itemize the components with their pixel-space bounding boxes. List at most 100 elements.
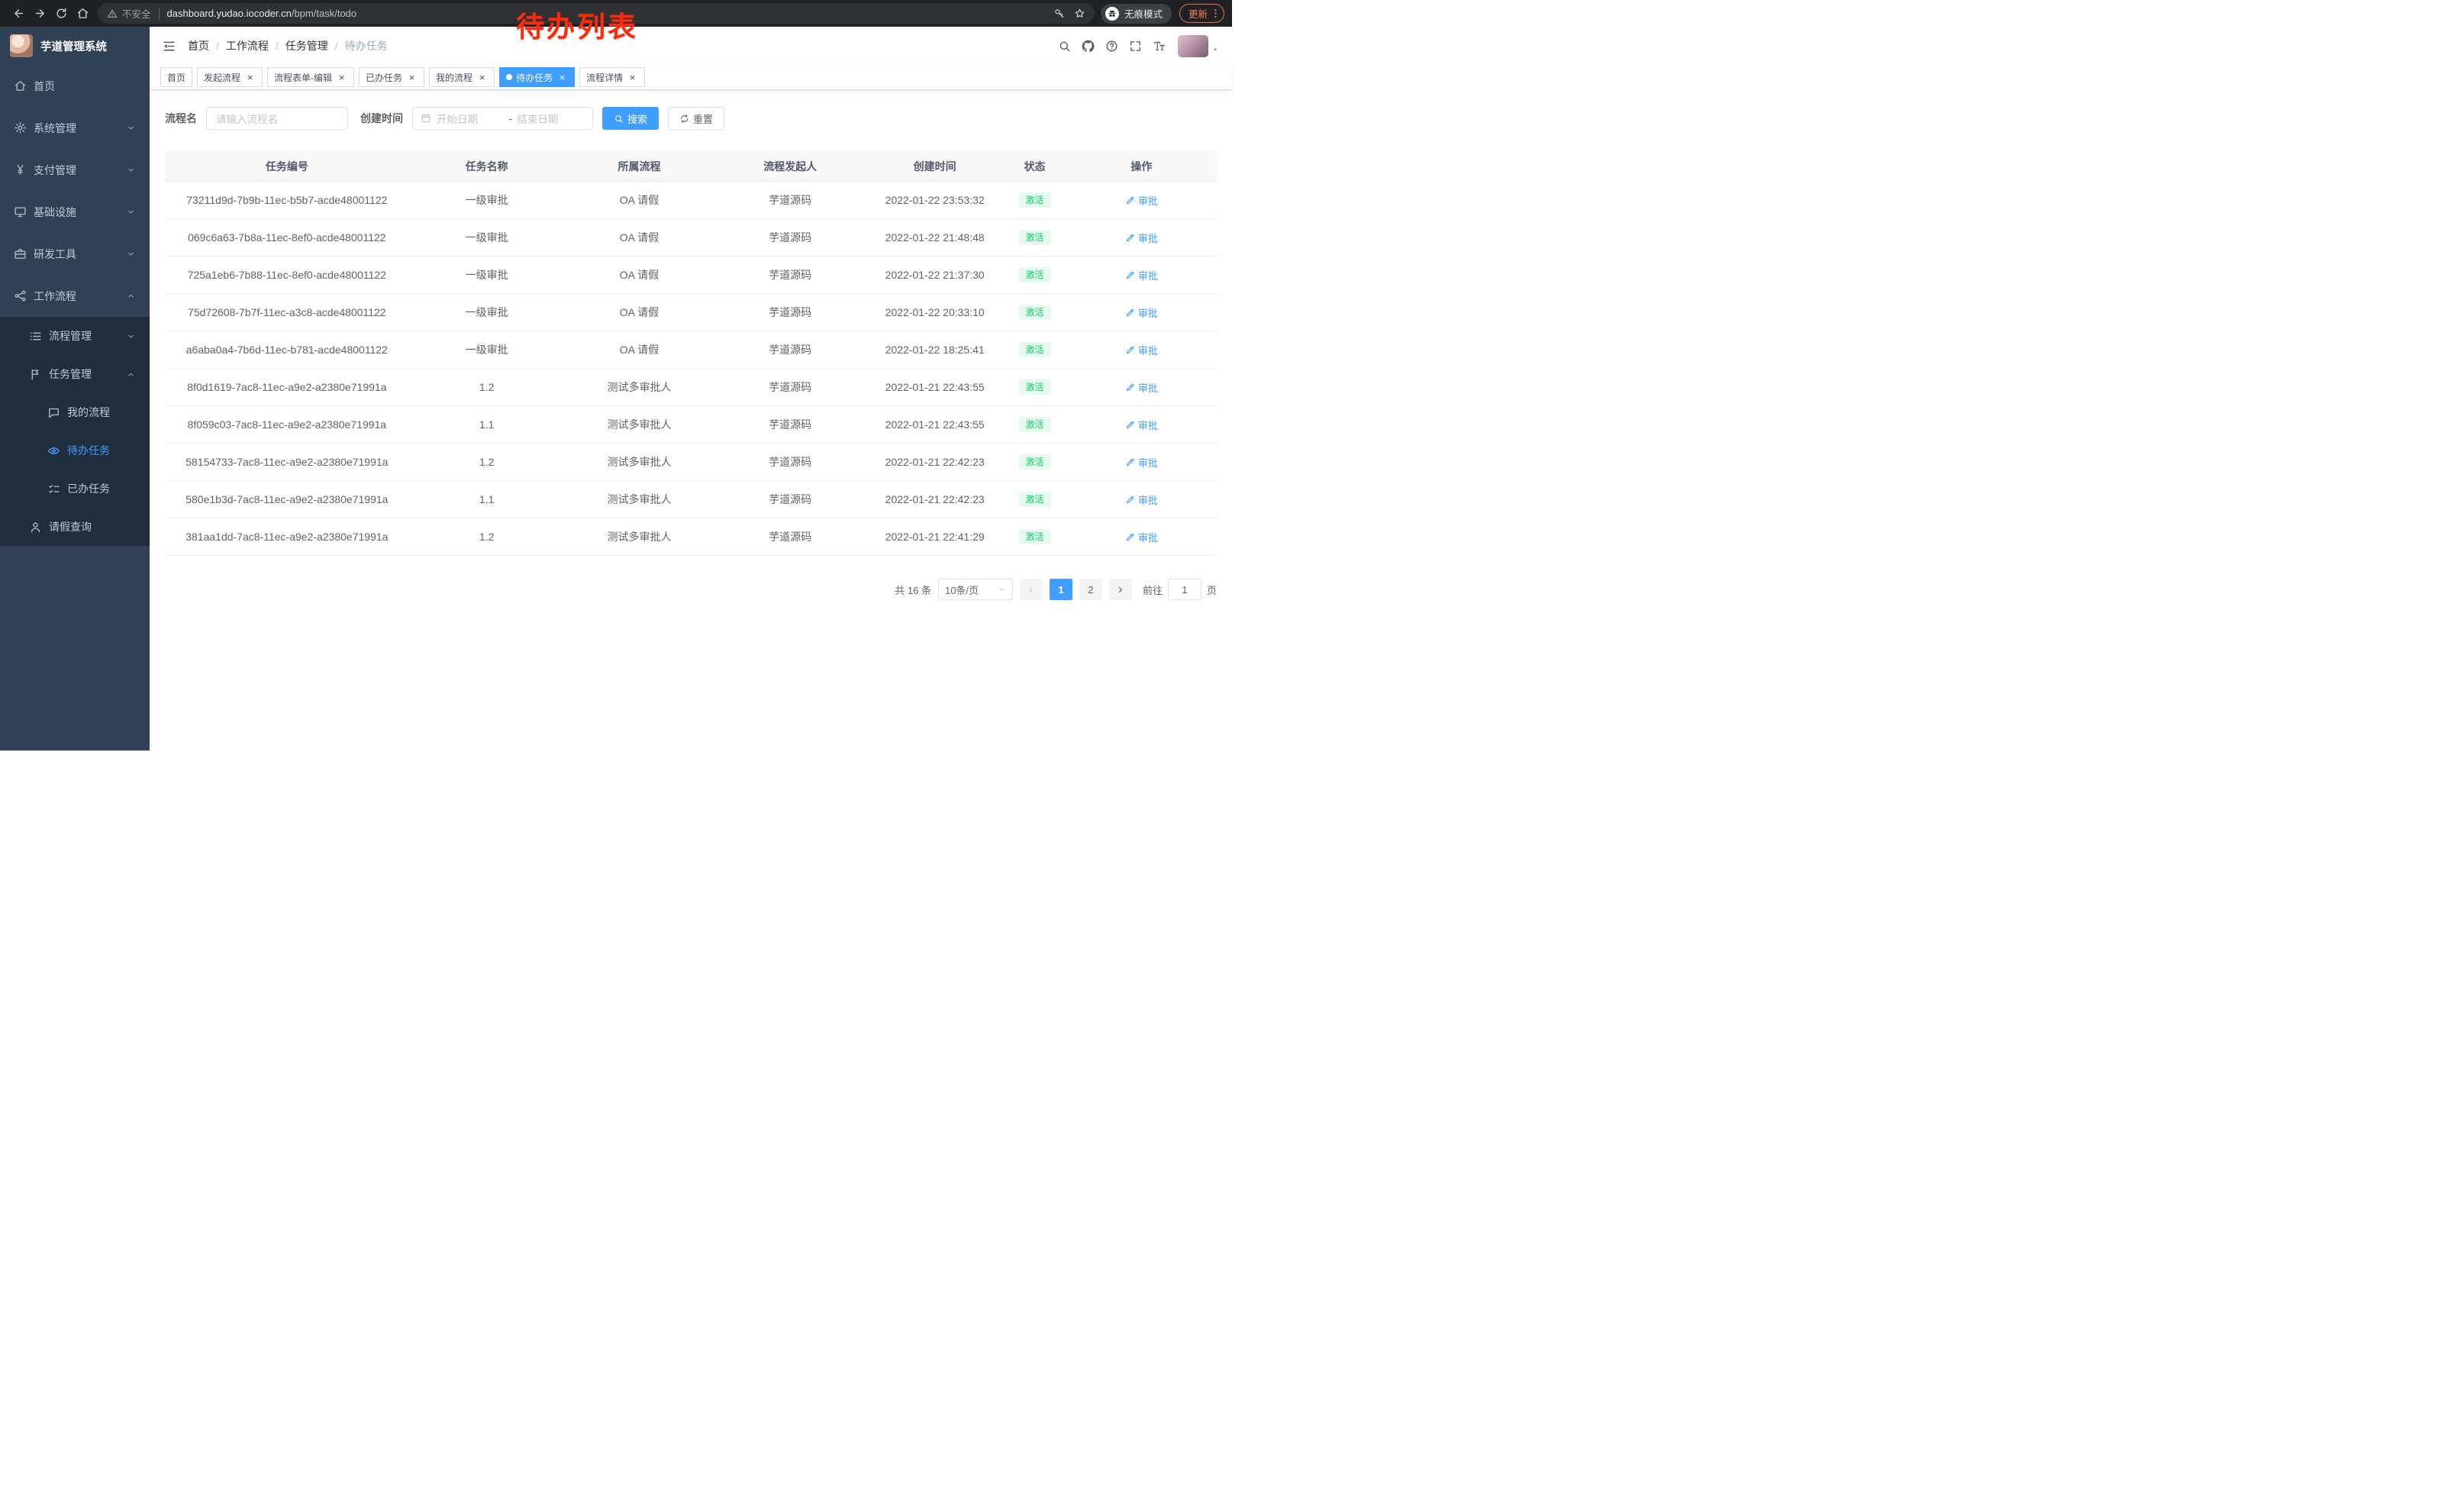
tab-close-icon[interactable]: ×: [627, 72, 638, 83]
user-avatar[interactable]: [1178, 35, 1208, 57]
sidebar-item-my-process[interactable]: 我的流程: [0, 393, 150, 431]
tab-home[interactable]: 首页: [160, 67, 192, 87]
process-name-placeholder: 请输入流程名: [216, 111, 278, 126]
approve-link[interactable]: 审批: [1125, 418, 1158, 432]
sidebar-item-infra[interactable]: 基础设施: [0, 191, 150, 233]
breadcrumb-item-workflow[interactable]: 工作流程: [226, 38, 269, 53]
browser-home-button[interactable]: [72, 3, 93, 24]
cell-status: 激活: [1003, 454, 1066, 470]
goto-page-input[interactable]: 1: [1168, 579, 1201, 600]
cell-process: 测试多审批人: [565, 417, 714, 432]
pen-icon: [1125, 457, 1135, 467]
approve-link[interactable]: 审批: [1125, 231, 1158, 245]
sidebar-item-label: 工作流程: [34, 289, 76, 304]
search-icon[interactable]: [1053, 34, 1076, 58]
approve-link[interactable]: 审批: [1125, 343, 1158, 357]
browser-menu-kebab-icon[interactable]: [1210, 8, 1221, 19]
sidebar-item-home[interactable]: 首页: [0, 65, 150, 107]
cell-created-time: 2022-01-22 18:25:41: [866, 344, 1003, 356]
home-icon: [14, 79, 27, 92]
breadcrumb-item-home[interactable]: 首页: [188, 38, 209, 53]
user-menu-caret-icon[interactable]: [1211, 45, 1220, 54]
fullscreen-icon[interactable]: [1124, 34, 1147, 58]
pen-icon: [1125, 233, 1135, 243]
approve-link[interactable]: 审批: [1125, 305, 1158, 320]
approve-link[interactable]: 审批: [1125, 268, 1158, 282]
browser-forward-button[interactable]: [29, 3, 50, 24]
sidebar: 芋道管理系统 首页系统管理支付管理基础设施研发工具工作流程流程管理任务管理我的流…: [0, 27, 150, 750]
prev-page-button[interactable]: [1020, 579, 1043, 600]
refresh-icon: [679, 114, 689, 124]
tab-close-icon[interactable]: ×: [336, 72, 347, 83]
help-icon[interactable]: [1100, 34, 1124, 58]
sidebar-item-done-task[interactable]: 已办任务: [0, 470, 150, 508]
reset-button[interactable]: 重置: [668, 107, 724, 130]
pen-icon: [1125, 308, 1135, 318]
approve-link[interactable]: 审批: [1125, 193, 1158, 208]
cell-task-id: 381aa1dd-7ac8-11ec-a9e2-a2380e71991a: [165, 531, 409, 543]
sidebar-item-process-mgmt[interactable]: 流程管理: [0, 317, 150, 355]
tab-start-process[interactable]: 发起流程×: [197, 67, 263, 87]
page-2-button[interactable]: 2: [1079, 579, 1102, 600]
tab-close-icon[interactable]: ×: [556, 72, 568, 83]
tab-done-task[interactable]: 已办任务×: [359, 67, 424, 87]
github-icon[interactable]: [1076, 34, 1100, 58]
sidebar-item-devtools[interactable]: 研发工具: [0, 233, 150, 275]
table-row: 8f0d1619-7ac8-11ec-a9e2-a2380e71991a1.2测…: [165, 369, 1217, 406]
tab-close-icon[interactable]: ×: [406, 72, 418, 83]
sidebar-item-leave-query[interactable]: 请假查询: [0, 508, 150, 546]
chevron-left-icon: [1026, 585, 1036, 595]
sidebar-item-payment[interactable]: 支付管理: [0, 149, 150, 191]
devtools-icon: [14, 247, 27, 260]
tab-process-detail[interactable]: 流程详情×: [579, 67, 645, 87]
incognito-badge: 无痕模式: [1101, 4, 1172, 24]
bookmark-star-icon[interactable]: [1074, 8, 1085, 19]
cell-process: OA 请假: [565, 192, 714, 208]
tab-close-icon[interactable]: ×: [244, 72, 256, 83]
app-logo[interactable]: 芋道管理系统: [0, 27, 150, 65]
password-key-icon[interactable]: [1053, 8, 1065, 19]
approve-link[interactable]: 审批: [1125, 380, 1158, 395]
sidebar-item-todo-task[interactable]: 待办任务: [0, 431, 150, 470]
font-size-icon[interactable]: [1147, 34, 1171, 58]
process-name-input[interactable]: 请输入流程名: [206, 107, 348, 130]
tab-close-icon[interactable]: ×: [476, 72, 488, 83]
column-header: 创建时间: [866, 159, 1003, 174]
approve-link[interactable]: 审批: [1125, 455, 1158, 470]
url-text: dashboard.yudao.iocoder.cn/bpm/task/todo: [167, 8, 1044, 19]
cell-status: 激活: [1003, 192, 1066, 208]
approve-link[interactable]: 审批: [1125, 530, 1158, 544]
update-button[interactable]: 更新: [1179, 4, 1224, 23]
date-range-picker[interactable]: 开始日期 - 结束日期: [412, 107, 593, 130]
cell-action: 审批: [1066, 193, 1217, 208]
sidebar-item-task-mgmt[interactable]: 任务管理: [0, 355, 150, 393]
sidebar-item-label: 我的流程: [67, 405, 110, 420]
search-button[interactable]: 搜索: [602, 107, 659, 130]
security-warning-label: 不安全: [122, 6, 151, 21]
sidebar-item-label: 待办任务: [67, 443, 110, 458]
tab-todo-task[interactable]: 待办任务×: [499, 67, 575, 87]
cell-created-time: 2022-01-22 21:37:30: [866, 269, 1003, 281]
cell-process: OA 请假: [565, 267, 714, 282]
pen-icon: [1125, 383, 1135, 392]
browser-back-button[interactable]: [8, 3, 29, 24]
page-1-button[interactable]: 1: [1050, 579, 1072, 600]
sidebar-menu: 首页系统管理支付管理基础设施研发工具工作流程流程管理任务管理我的流程待办任务已办…: [0, 65, 150, 546]
url-host: dashboard.yudao.iocoder.cn: [167, 8, 292, 19]
page-size-select[interactable]: 10条/页: [938, 579, 1013, 600]
approve-link[interactable]: 审批: [1125, 492, 1158, 507]
next-page-button[interactable]: [1109, 579, 1132, 600]
cell-task-id: 580e1b3d-7ac8-11ec-a9e2-a2380e71991a: [165, 493, 409, 505]
address-bar[interactable]: 不安全 dashboard.yudao.iocoder.cn/bpm/task/…: [98, 3, 1095, 24]
breadcrumb-item-task-mgmt[interactable]: 任务管理: [285, 38, 328, 53]
cell-action: 审批: [1066, 268, 1217, 282]
sidebar-toggle-icon[interactable]: [162, 39, 176, 53]
column-header: 操作: [1066, 159, 1217, 174]
sidebar-item-system[interactable]: 系统管理: [0, 107, 150, 149]
status-badge: 激活: [1019, 454, 1051, 470]
tab-my-process[interactable]: 我的流程×: [429, 67, 495, 87]
browser-reload-button[interactable]: [50, 3, 72, 24]
sidebar-item-label: 系统管理: [34, 121, 76, 136]
sidebar-item-workflow[interactable]: 工作流程: [0, 275, 150, 317]
tab-form-edit[interactable]: 流程表单-编辑×: [267, 67, 354, 87]
